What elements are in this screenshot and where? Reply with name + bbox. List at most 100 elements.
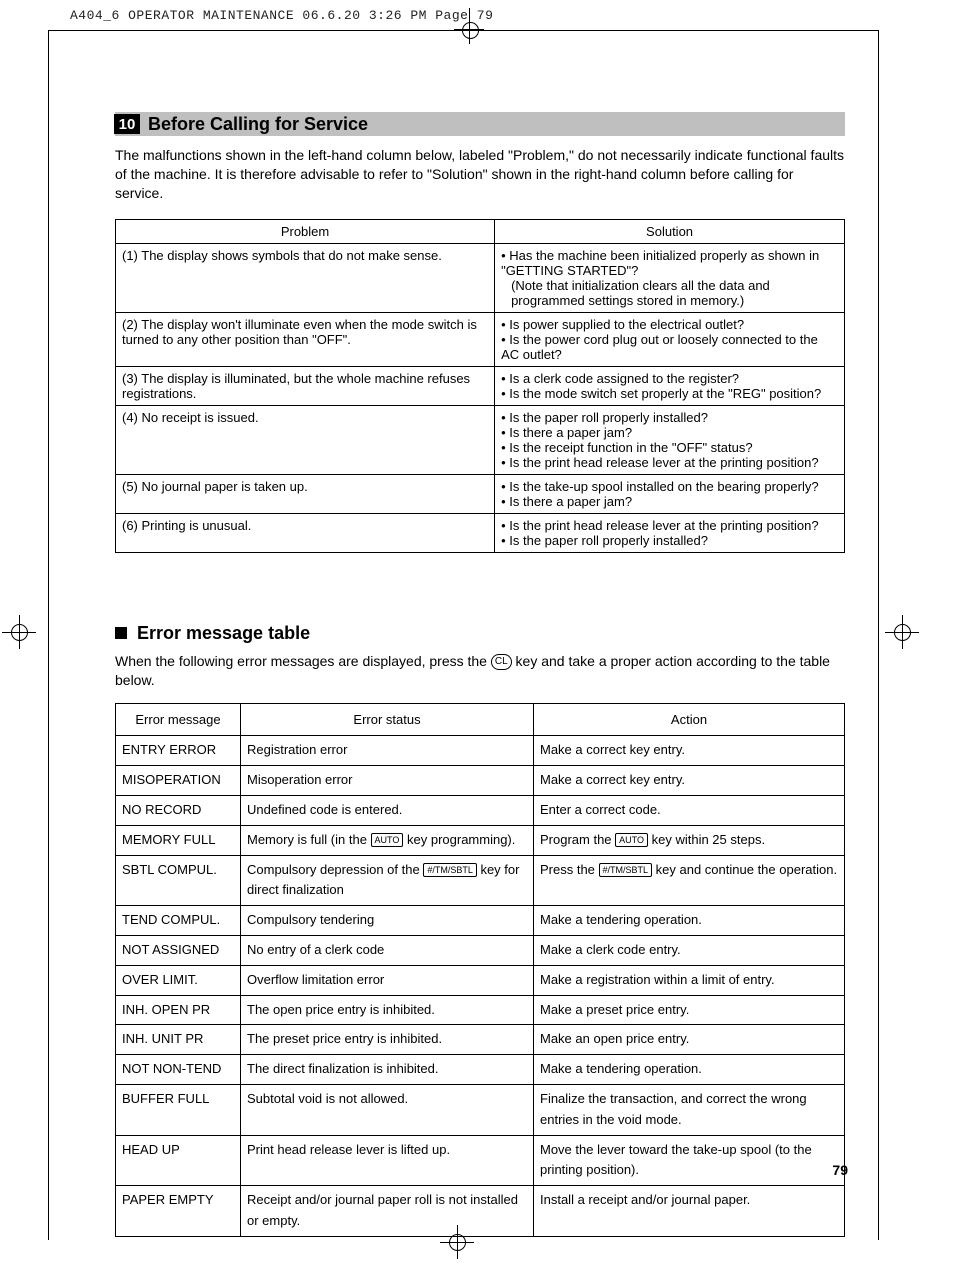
solution-cell: Is power supplied to the electrical outl… — [495, 312, 845, 366]
cl-key-icon: CL — [491, 654, 512, 670]
problem-cell: (4) No receipt is issued. — [116, 405, 495, 474]
solution-item: Is power supplied to the electrical outl… — [501, 317, 838, 332]
solution-item: (Note that initialization clears all the… — [511, 278, 838, 308]
error-status-cell: Overflow limitation error — [241, 965, 534, 995]
subsection-heading: Error message table — [115, 623, 845, 644]
square-bullet-icon — [115, 627, 127, 639]
action-cell: Program the AUTO key within 25 steps. — [534, 825, 845, 855]
error-status-cell: Compulsory tendering — [241, 906, 534, 936]
intro-text: When the following error messages are di… — [115, 653, 491, 669]
table-row: HEAD UPPrint head release lever is lifte… — [116, 1135, 845, 1186]
registration-mark-icon — [885, 615, 919, 649]
error-message-cell: TEND COMPUL. — [116, 906, 241, 936]
page: A404_6 OPERATOR MAINTENANCE 06.6.20 3:26… — [0, 0, 954, 1264]
error-message-cell: PAPER EMPTY — [116, 1186, 241, 1237]
page-number: 79 — [832, 1162, 848, 1178]
table-header-row: Error message Error status Action — [116, 704, 845, 736]
error-status-cell: The preset price entry is inhibited. — [241, 1025, 534, 1055]
solution-item: Has the machine been initialized properl… — [501, 248, 838, 278]
crop-rule — [48, 30, 49, 1240]
table-row: NO RECORDUndefined code is entered.Enter… — [116, 796, 845, 826]
col-action: Action — [534, 704, 845, 736]
error-status-cell: Print head release lever is lifted up. — [241, 1135, 534, 1186]
table-row: NOT NON-TENDThe direct finalization is i… — [116, 1055, 845, 1085]
solution-item: Is the print head release lever at the p… — [501, 518, 838, 533]
error-message-cell: BUFFER FULL — [116, 1085, 241, 1136]
crop-rule — [878, 30, 879, 1240]
error-message-cell: HEAD UP — [116, 1135, 241, 1186]
error-message-cell: MISOPERATION — [116, 766, 241, 796]
error-status-cell: Undefined code is entered. — [241, 796, 534, 826]
registration-mark-icon — [2, 615, 36, 649]
solution-item: Is the print head release lever at the p… — [501, 455, 838, 470]
table-row: BUFFER FULLSubtotal void is not allowed.… — [116, 1085, 845, 1136]
solution-item: Is the take-up spool installed on the be… — [501, 479, 838, 494]
error-message-cell: NO RECORD — [116, 796, 241, 826]
action-cell: Press the #/TM/SBTL key and continue the… — [534, 855, 845, 906]
table-row: ENTRY ERRORRegistration errorMake a corr… — [116, 736, 845, 766]
registration-mark-icon — [440, 1225, 474, 1259]
solution-cell: Is the paper roll properly installed?Is … — [495, 405, 845, 474]
table-row: (5) No journal paper is taken up. Is the … — [116, 474, 845, 513]
solution-cell: Is a clerk code assigned to the register… — [495, 366, 845, 405]
problem-cell: (5) No journal paper is taken up. — [116, 474, 495, 513]
troubleshoot-table: Problem Solution (1) The display shows s… — [115, 219, 845, 553]
page-content: 10 Before Calling for Service The malfun… — [115, 112, 845, 1237]
error-status-cell: Receipt and/or journal paper roll is not… — [241, 1186, 534, 1237]
action-cell: Make a correct key entry. — [534, 766, 845, 796]
tmsbtl-key-icon: #/TM/SBTL — [423, 863, 477, 877]
solution-cell: Is the print head release lever at the p… — [495, 513, 845, 552]
table-row: INH. UNIT PRThe preset price entry is in… — [116, 1025, 845, 1055]
error-message-cell: ENTRY ERROR — [116, 736, 241, 766]
action-cell: Make a clerk code entry. — [534, 936, 845, 966]
solution-item: Is the receipt function in the "OFF" sta… — [501, 440, 838, 455]
table-row: INH. OPEN PRThe open price entry is inhi… — [116, 995, 845, 1025]
error-status-cell: Subtotal void is not allowed. — [241, 1085, 534, 1136]
col-error-message: Error message — [116, 704, 241, 736]
action-cell: Enter a correct code. — [534, 796, 845, 826]
solution-item: Is the power cord plug out or loosely co… — [501, 332, 838, 362]
solution-item: Is the paper roll properly installed? — [501, 533, 838, 548]
error-status-cell: Misoperation error — [241, 766, 534, 796]
print-job-header: A404_6 OPERATOR MAINTENANCE 06.6.20 3:26… — [70, 8, 493, 23]
action-cell: Install a receipt and/or journal paper. — [534, 1186, 845, 1237]
action-cell: Make an open price entry. — [534, 1025, 845, 1055]
error-message-cell: NOT ASSIGNED — [116, 936, 241, 966]
section-number-badge: 10 — [114, 114, 140, 134]
table-row: OVER LIMIT.Overflow limitation errorMake… — [116, 965, 845, 995]
subsection-intro: When the following error messages are di… — [115, 652, 845, 690]
problem-cell: (6) Printing is unusual. — [116, 513, 495, 552]
table-row: TEND COMPUL.Compulsory tenderingMake a t… — [116, 906, 845, 936]
action-cell: Make a tendering operation. — [534, 906, 845, 936]
col-error-status: Error status — [241, 704, 534, 736]
col-solution: Solution — [495, 219, 845, 243]
table-row: PAPER EMPTYReceipt and/or journal paper … — [116, 1186, 845, 1237]
col-problem: Problem — [116, 219, 495, 243]
solution-item: Is there a paper jam? — [501, 494, 838, 509]
solution-item: Is the mode switch set properly at the "… — [501, 386, 838, 401]
error-status-cell: Memory is full (in the AUTO key programm… — [241, 825, 534, 855]
problem-cell: (1) The display shows symbols that do no… — [116, 243, 495, 312]
section-title: Before Calling for Service — [148, 114, 368, 135]
error-message-table: Error message Error status Action ENTRY … — [115, 703, 845, 1236]
registration-mark-icon — [460, 12, 480, 40]
table-row: MEMORY FULLMemory is full (in the AUTO k… — [116, 825, 845, 855]
solution-item: Is there a paper jam? — [501, 425, 838, 440]
action-cell: Finalize the transaction, and correct th… — [534, 1085, 845, 1136]
auto-key-icon: AUTO — [615, 833, 648, 847]
action-cell: Make a preset price entry. — [534, 995, 845, 1025]
action-cell: Make a correct key entry. — [534, 736, 845, 766]
solution-item: Is the paper roll properly installed? — [501, 410, 838, 425]
problem-cell: (3) The display is illuminated, but the … — [116, 366, 495, 405]
error-message-cell: INH. OPEN PR — [116, 995, 241, 1025]
error-message-cell: OVER LIMIT. — [116, 965, 241, 995]
error-message-section: Error message table When the following e… — [115, 623, 845, 1237]
error-message-cell: MEMORY FULL — [116, 825, 241, 855]
subsection-title: Error message table — [137, 623, 310, 644]
table-row: MISOPERATIONMisoperation errorMake a cor… — [116, 766, 845, 796]
error-message-cell: NOT NON-TEND — [116, 1055, 241, 1085]
error-status-cell: Registration error — [241, 736, 534, 766]
problem-cell: (2) The display won't illuminate even wh… — [116, 312, 495, 366]
error-message-cell: INH. UNIT PR — [116, 1025, 241, 1055]
error-status-cell: No entry of a clerk code — [241, 936, 534, 966]
